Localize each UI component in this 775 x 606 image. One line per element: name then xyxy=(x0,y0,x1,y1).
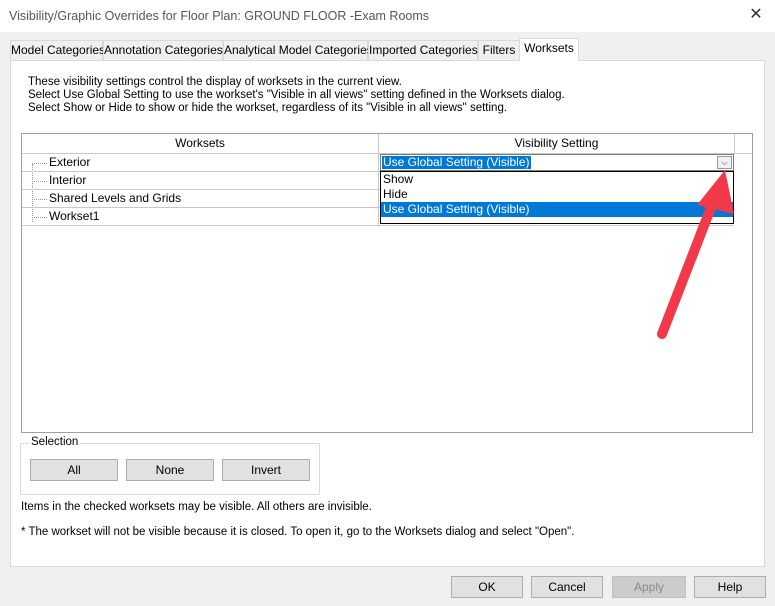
annotation-arrow-shaft xyxy=(657,187,722,339)
annotation-arrow xyxy=(657,170,734,339)
annotation-arrow-head xyxy=(697,170,734,214)
